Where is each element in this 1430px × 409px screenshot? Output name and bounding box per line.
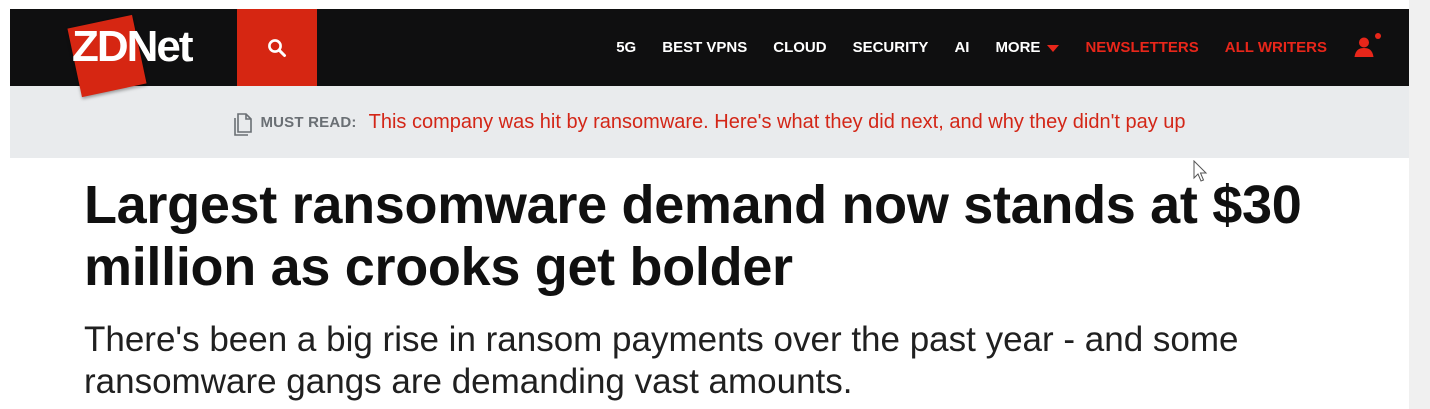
page-scroll-gutter <box>1409 0 1430 409</box>
user-account-button[interactable] <box>1353 32 1381 61</box>
nav-item-newsletters[interactable]: Newsletters <box>1085 39 1198 56</box>
nav-item-5g[interactable]: 5G <box>616 39 636 56</box>
zdnet-logo[interactable]: ZDNet <box>58 9 223 101</box>
main-nav: 5G Best VPNs Cloud Security AI More News… <box>590 9 1381 86</box>
user-icon <box>1354 37 1374 57</box>
nav-item-all-writers[interactable]: All Writers <box>1225 39 1327 56</box>
mouse-cursor-icon <box>1193 160 1208 182</box>
article-subheadline: There's been a big rise in ransom paymen… <box>84 320 1239 401</box>
nav-item-security[interactable]: Security <box>853 39 929 56</box>
chevron-down-icon <box>1047 45 1060 52</box>
nav-item-ai[interactable]: AI <box>954 39 969 56</box>
search-button[interactable] <box>237 9 317 86</box>
article-headline: Largest ransomware demand now stands at … <box>84 175 1302 297</box>
notification-dot <box>1375 32 1381 39</box>
nav-item-cloud[interactable]: Cloud <box>773 39 826 56</box>
search-icon <box>268 38 286 57</box>
page-frame: ZDNet 5G Best VPNs Cloud Security AI Mor… <box>10 9 1409 409</box>
nav-item-more[interactable]: More <box>995 39 1060 56</box>
logo-text: ZDNet <box>72 22 194 71</box>
must-read-label: Must read: <box>260 113 357 131</box>
nav-item-best-vpns[interactable]: Best VPNs <box>662 39 747 56</box>
document-icon <box>234 113 253 136</box>
must-read-link[interactable]: This company was hit by ransomware. Here… <box>369 111 1186 134</box>
nav-more-label: More <box>995 39 1041 56</box>
top-navigation-bar: ZDNet 5G Best VPNs Cloud Security AI Mor… <box>10 9 1409 98</box>
